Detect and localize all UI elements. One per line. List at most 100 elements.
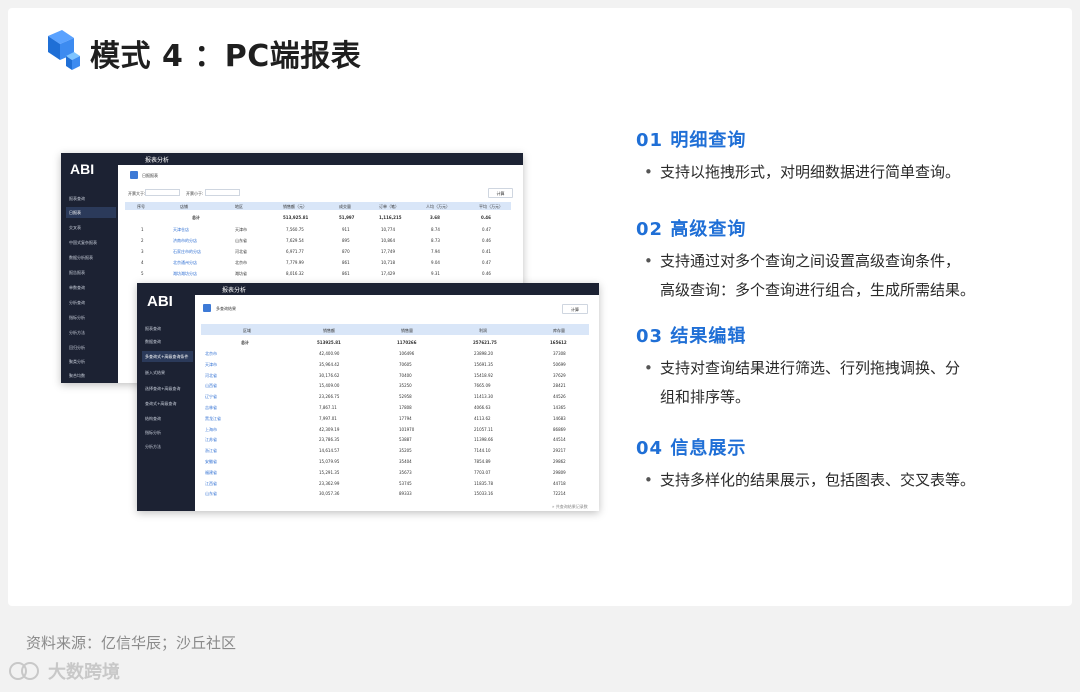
- region-link[interactable]: 河北省: [205, 373, 217, 379]
- table-cell: 9.31: [431, 271, 440, 276]
- column-header: 人均（万元）: [426, 204, 450, 209]
- table-cell: 11398.66: [474, 437, 494, 443]
- table-cell: 42,400.90: [319, 351, 340, 356]
- table-cell: 0.47: [482, 260, 491, 265]
- table-header: [201, 324, 589, 335]
- table-cell: 29862: [553, 459, 566, 464]
- region-link[interactable]: 江苏省: [205, 437, 217, 443]
- region-link[interactable]: 浙江省: [205, 448, 217, 454]
- total-cell: 51,997: [339, 215, 355, 220]
- table-cell: 8.73: [431, 238, 440, 243]
- watermark-text: 大数跨境: [48, 662, 120, 683]
- table-cell: 4066.63: [474, 405, 491, 410]
- source-note: 资料来源：亿信华辰；沙丘社区: [26, 634, 237, 652]
- table-cell: 35673: [399, 469, 412, 475]
- column-header: 订单（笔）: [379, 204, 399, 209]
- table-cell: 7854.89: [474, 459, 491, 464]
- region-link[interactable]: 上海市: [205, 427, 217, 433]
- sidebar-item-active[interactable]: 多查询式+高级查询条件: [142, 351, 193, 362]
- calculate-button[interactable]: 计算: [562, 304, 588, 314]
- table-cell: 潍坊省: [235, 271, 247, 276]
- feature-line: 高级查询：多个查询进行组合，生成所需结果。: [660, 281, 976, 299]
- sidebar-item-active[interactable]: 日报表: [66, 207, 116, 218]
- table-cell: 11835.78: [474, 480, 494, 486]
- table-cell: 23898.20: [474, 351, 494, 356]
- sidebar-item[interactable]: 单数查询: [69, 285, 85, 291]
- region-link[interactable]: 天津市: [205, 362, 217, 368]
- total-cell: 1170266: [397, 340, 417, 345]
- report-tab[interactable]: 多查询结果: [216, 306, 236, 312]
- sidebar-item[interactable]: 报表查询: [145, 326, 161, 332]
- sidebar-item[interactable]: 选择查询+高级查询: [145, 386, 180, 392]
- sidebar-item[interactable]: 报告报表: [69, 270, 85, 276]
- sidebar-item[interactable]: 报表查询: [69, 196, 85, 202]
- sidebar-item[interactable]: 分析查询: [69, 300, 85, 306]
- sidebar-item[interactable]: 结构查询: [145, 416, 161, 422]
- table-cell: 15,079.95: [319, 459, 340, 464]
- region-link[interactable]: 黑龙江省: [205, 416, 221, 422]
- sidebar-item[interactable]: 聚类分析: [69, 359, 85, 365]
- table-cell: 8,016.32: [286, 271, 304, 276]
- table-cell: 14683: [553, 415, 566, 421]
- total-cell: 513925.81: [317, 340, 341, 345]
- sidebar-item[interactable]: 查询式+高级查询: [145, 401, 176, 407]
- table-cell: 10,774: [381, 227, 395, 232]
- table-cell: 15033.16: [474, 491, 494, 497]
- abi-logo: ABI: [70, 161, 95, 177]
- table-cell: 106496: [399, 351, 415, 356]
- region-link[interactable]: 山西省: [205, 383, 217, 389]
- shop-link[interactable]: 石家庄市的分店: [173, 249, 201, 255]
- feature-line: 支持通过对多个查询之间设置高级查询条件，: [660, 252, 961, 270]
- region-link[interactable]: 山东省: [205, 491, 217, 497]
- feature-line: 组和排序等。: [660, 388, 751, 406]
- filter-input[interactable]: [145, 189, 180, 196]
- region-link[interactable]: 北京市: [205, 351, 217, 357]
- table-cell: 35,964.42: [319, 361, 340, 367]
- report-icon: [203, 304, 211, 312]
- table-cell: 7,997.01: [319, 415, 337, 421]
- region-link[interactable]: 辽宁省: [205, 394, 217, 400]
- shop-link[interactable]: 潍坊潍坊分店: [173, 271, 197, 277]
- feature-heading: 03 结果编辑: [636, 326, 747, 347]
- table-cell: 29217: [553, 448, 566, 454]
- region-link[interactable]: 福建省: [205, 470, 217, 476]
- filter-input[interactable]: [205, 189, 240, 196]
- sidebar-item[interactable]: 数据分析报表: [69, 255, 93, 261]
- shop-link[interactable]: 北京通州分店: [173, 260, 197, 266]
- feature-detail-query: 01 明细查询 支持以拖拽形式，对明细数据进行简单查询。: [636, 126, 1046, 187]
- filter-label: 开票小于:: [186, 191, 204, 196]
- region-link[interactable]: 江西省: [205, 481, 217, 487]
- table-cell: 17808: [399, 405, 412, 410]
- total-cell: 165612: [550, 340, 567, 345]
- shop-link[interactable]: 天津仓店: [173, 227, 189, 233]
- sidebar-item[interactable]: 中国式复杂报表: [69, 240, 97, 246]
- sidebar-item[interactable]: 交叉表: [69, 225, 81, 231]
- feature-text: 支持多样化的结果展示，包括图表、交叉表等。: [636, 466, 1046, 495]
- table-cell: 37629: [553, 372, 566, 378]
- table-cell: 7,560.75: [286, 227, 304, 232]
- total-label: 总计: [241, 340, 249, 345]
- table-cell: 101970: [399, 426, 415, 432]
- table-cell: 4113.62: [474, 415, 491, 421]
- page-title: 模式 4 ：PC端报表: [90, 39, 362, 74]
- row-number: 1: [141, 227, 144, 232]
- region-link[interactable]: 吉林省: [205, 405, 217, 411]
- region-link[interactable]: 安徽省: [205, 459, 217, 465]
- sidebar-item[interactable]: 回归分析: [69, 345, 85, 351]
- feature-result-edit: 03 结果编辑 支持对查询结果进行筛选、行列拖拽调换、分组和排序等。: [636, 322, 1046, 412]
- table-cell: 6,971.77: [286, 249, 304, 254]
- sidebar-item[interactable]: 数据查询: [145, 339, 161, 345]
- calculate-button[interactable]: 计算: [488, 188, 513, 198]
- column-header: 区域: [243, 328, 251, 333]
- sidebar-item[interactable]: 分析方法: [145, 444, 161, 450]
- sidebar-item[interactable]: 嵌入式结果: [145, 370, 165, 376]
- report-tab[interactable]: 日报报表: [142, 173, 158, 179]
- shop-link[interactable]: 济南市的分店: [173, 238, 197, 244]
- sidebar-item[interactable]: 分析方法: [69, 330, 85, 336]
- column-header: 平均（万元）: [479, 204, 503, 209]
- sidebar-item[interactable]: 指标分析: [69, 315, 85, 321]
- table-cell: 30,176.62: [319, 372, 340, 378]
- sidebar-item[interactable]: 聚合均数: [69, 373, 85, 379]
- table-cell: 15418.92: [474, 372, 494, 378]
- sidebar-item[interactable]: 指标分析: [145, 430, 161, 436]
